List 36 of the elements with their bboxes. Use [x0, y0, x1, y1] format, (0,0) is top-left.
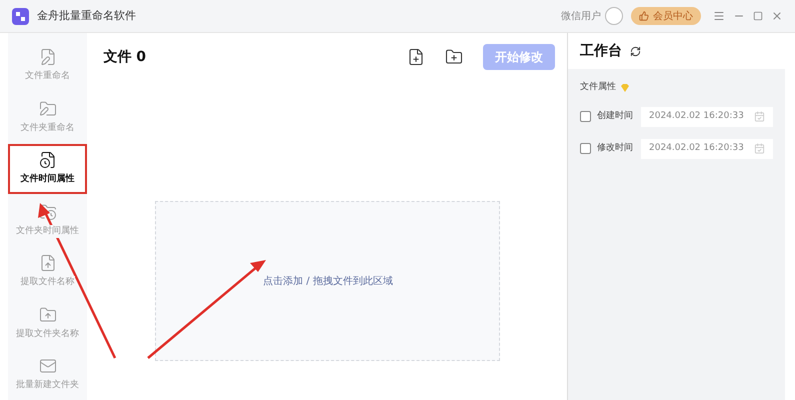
sidebar-item[interactable]: 文件重命名 — [8, 41, 88, 91]
file-clock-icon — [38, 151, 57, 170]
add-folder-icon[interactable] — [445, 48, 463, 66]
field-label: 修改时间 — [597, 142, 633, 155]
sidebar-item[interactable]: 提取文件夹名称 — [8, 298, 88, 348]
date-time-field[interactable]: 2024.02.02 16:20:33 — [641, 138, 773, 158]
checkbox[interactable] — [580, 143, 591, 154]
thumbs-up-icon — [639, 11, 649, 21]
file-count-title: 文件 0 — [103, 48, 146, 66]
field-label: 创建时间 — [597, 110, 633, 123]
sidebar-item[interactable]: 文件夹重命名 — [8, 92, 88, 142]
diamond-icon — [620, 84, 630, 92]
date-time-field[interactable]: 2024.02.02 16:20:33 — [641, 106, 773, 126]
envelope-icon — [38, 357, 57, 376]
panel-title: 工作台 — [580, 42, 622, 60]
folder-clock-icon — [38, 202, 57, 221]
sidebar-item[interactable]: 文件时间属性 — [8, 144, 88, 194]
close-icon[interactable] — [771, 10, 783, 22]
vip-center-button[interactable]: 会员中心 — [631, 7, 701, 25]
drop-zone[interactable]: 点击添加 / 拖拽文件到此区域 — [155, 201, 500, 361]
sidebar-item[interactable]: 批量新建文件夹 — [8, 350, 88, 400]
app-logo-icon — [12, 8, 29, 24]
folder-upload-icon — [38, 306, 57, 324]
window-title: 金舟批量重命名软件 — [37, 8, 136, 24]
user-name: 微信用户 — [561, 10, 601, 24]
file-upload-icon — [38, 254, 57, 272]
maximize-icon[interactable] — [753, 11, 763, 21]
file-edit-icon — [38, 48, 57, 66]
refresh-icon[interactable] — [630, 46, 641, 56]
add-file-icon[interactable] — [407, 48, 425, 66]
menu-icon[interactable] — [713, 10, 725, 22]
section-label: 文件属性 — [580, 81, 616, 94]
avatar[interactable] — [605, 7, 623, 25]
folder-edit-icon — [38, 100, 57, 118]
sidebar-item[interactable]: 提取文件名称 — [8, 247, 88, 297]
checkbox[interactable] — [580, 111, 591, 122]
